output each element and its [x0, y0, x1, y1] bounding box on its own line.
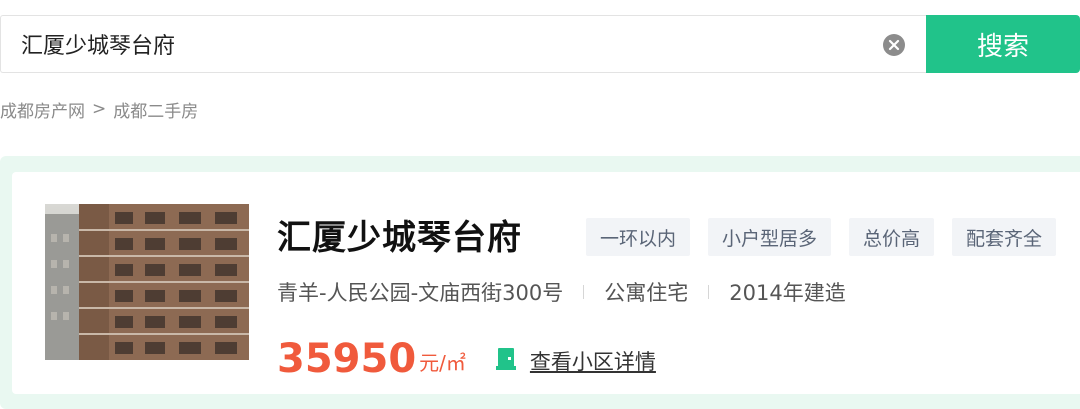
- community-detail-label: 查看小区详情: [529, 350, 656, 374]
- build-year-text: 2014年建造: [729, 281, 846, 305]
- property-type-text: 公寓住宅: [604, 281, 689, 305]
- info-divider: [708, 285, 710, 299]
- feature-tags: 一环以内 小户型居多 总价高 配套齐全: [586, 218, 1057, 256]
- price-row: 35950 元/㎡ 查看小区详情: [277, 332, 656, 382]
- community-title[interactable]: 汇厦少城琴台府: [277, 216, 522, 260]
- community-detail-link[interactable]: 查看小区详情: [495, 346, 656, 376]
- breadcrumb: 成都房产网 > 成都二手房: [0, 97, 198, 122]
- average-price: 35950: [277, 336, 417, 382]
- address-text: 青羊-人民公园-文庙西街300号: [277, 281, 564, 305]
- community-info: 青羊-人民公园-文庙西街300号 公寓住宅 2014年建造: [277, 276, 846, 308]
- price-unit: 元/㎡: [419, 351, 466, 375]
- clear-search-icon[interactable]: [883, 34, 905, 56]
- tag-small-units: 小户型居多: [708, 218, 832, 256]
- search-input[interactable]: [1, 16, 861, 72]
- door-icon: [495, 347, 516, 375]
- breadcrumb-item-chengdu-resale[interactable]: 成都二手房: [113, 97, 198, 122]
- search-bar: 搜索: [0, 15, 1080, 73]
- building-photo[interactable]: [45, 204, 249, 360]
- search-box: [0, 15, 926, 73]
- info-divider: [583, 285, 585, 299]
- tag-full-amenities: 配套齐全: [952, 218, 1057, 256]
- tag-high-total-price: 总价高: [849, 218, 935, 256]
- community-card-wrapper: 汇厦少城琴台府 一环以内 小户型居多 总价高 配套齐全 青羊-人民公园-文庙西街…: [0, 156, 1080, 409]
- community-card: 汇厦少城琴台府 一环以内 小户型居多 总价高 配套齐全 青羊-人民公园-文庙西街…: [12, 172, 1080, 394]
- tag-inner-ring: 一环以内: [586, 218, 691, 256]
- search-button[interactable]: 搜索: [926, 15, 1080, 73]
- breadcrumb-separator: >: [92, 99, 107, 119]
- breadcrumb-item-chengdu-property[interactable]: 成都房产网: [0, 97, 85, 122]
